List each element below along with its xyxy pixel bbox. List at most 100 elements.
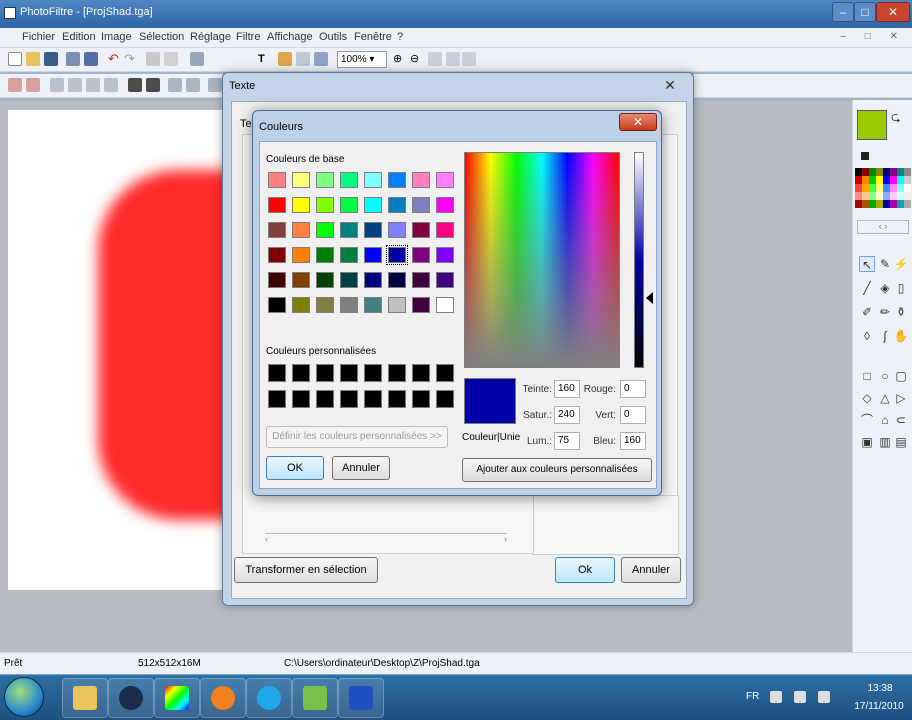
zoom-in-icon[interactable]: ⊕ xyxy=(393,52,407,66)
polygon-icon[interactable]: ⌂ xyxy=(877,412,893,428)
contrast-icon[interactable] xyxy=(68,78,82,92)
base-color-swatch[interactable] xyxy=(292,247,310,263)
preview-icon[interactable] xyxy=(314,52,328,66)
saturation-field[interactable]: 240 xyxy=(554,406,580,424)
tray-date[interactable]: 17/11/2010 xyxy=(846,701,912,712)
spray-tool-icon[interactable]: ▯ xyxy=(893,280,909,296)
custom-swatch[interactable] xyxy=(340,390,358,408)
fit-window-icon[interactable] xyxy=(428,52,442,66)
menu-help[interactable]: ? xyxy=(397,31,403,43)
custom-swatch[interactable] xyxy=(316,364,334,382)
start-button[interactable] xyxy=(4,677,44,717)
taskbar-app-2[interactable] xyxy=(108,678,154,718)
menu-fenetre[interactable]: Fenêtre xyxy=(354,31,392,43)
base-color-swatch[interactable] xyxy=(268,172,286,188)
base-color-swatch[interactable] xyxy=(268,272,286,288)
magic-wand-icon[interactable] xyxy=(128,78,142,92)
base-color-swatch[interactable] xyxy=(268,247,286,263)
custom-swatch[interactable] xyxy=(292,390,310,408)
flip-icon[interactable] xyxy=(186,78,200,92)
base-color-swatch[interactable] xyxy=(364,172,382,188)
base-color-swatch[interactable] xyxy=(388,222,406,238)
base-color-swatch[interactable] xyxy=(340,222,358,238)
base-color-swatch[interactable] xyxy=(316,272,334,288)
print-icon[interactable] xyxy=(66,52,80,66)
custom-swatch[interactable] xyxy=(364,390,382,408)
base-color-swatch[interactable] xyxy=(436,222,454,238)
hue-field[interactable]: 160 xyxy=(554,380,580,398)
actual-size-icon[interactable] xyxy=(446,52,460,66)
texte-close-button[interactable]: ✕ xyxy=(661,76,679,94)
custom-swatch[interactable] xyxy=(412,364,430,382)
brush-tool-icon[interactable]: ✐ xyxy=(859,304,875,320)
base-color-swatch[interactable] xyxy=(364,272,382,288)
taskbar-app-7[interactable] xyxy=(338,678,384,718)
dropper-tool-icon[interactable]: ✎ xyxy=(877,256,893,272)
smudge-tool-icon[interactable]: ∫ xyxy=(877,328,893,344)
paste-icon[interactable] xyxy=(164,52,178,66)
red-field[interactable]: 0 xyxy=(620,380,646,398)
base-color-swatch[interactable] xyxy=(364,222,382,238)
menu-reglage[interactable]: Réglage xyxy=(190,31,231,43)
saturation-icon[interactable] xyxy=(86,78,100,92)
taskbar-explorer[interactable] xyxy=(62,678,108,718)
rgb-adjust-icon[interactable] xyxy=(8,78,22,92)
base-color-swatch[interactable] xyxy=(316,222,334,238)
taskbar-skype[interactable] xyxy=(246,678,292,718)
text-tool-icon[interactable]: T xyxy=(258,52,272,66)
custom-swatch[interactable] xyxy=(364,364,382,382)
base-color-swatch[interactable] xyxy=(386,245,408,265)
base-color-swatch[interactable] xyxy=(436,197,454,213)
base-color-swatch[interactable] xyxy=(436,172,454,188)
gamma-icon[interactable] xyxy=(104,78,118,92)
base-color-swatch[interactable] xyxy=(436,297,454,313)
tray-time[interactable]: 13:38 xyxy=(852,683,908,694)
base-color-swatch[interactable] xyxy=(412,222,430,238)
redo-icon[interactable]: ↷ xyxy=(124,52,138,66)
base-color-swatch[interactable] xyxy=(364,197,382,213)
line-tool-icon[interactable]: ╱ xyxy=(859,280,875,296)
base-color-swatch[interactable] xyxy=(292,197,310,213)
levels-icon[interactable] xyxy=(26,78,40,92)
define-custom-colors-button[interactable]: Définir les couleurs personnalisées >> xyxy=(266,426,448,448)
base-color-swatch[interactable] xyxy=(412,247,430,263)
texte-scrollbar[interactable]: ‹ › xyxy=(265,533,507,547)
menu-fichier[interactable]: Fichier xyxy=(22,31,55,43)
fill-tool-icon[interactable]: ◈ xyxy=(877,280,893,296)
stamp-tool-icon[interactable]: ⚱ xyxy=(893,304,909,320)
selection-mode-2-icon[interactable]: ▥ xyxy=(877,434,893,450)
selection-mode-3-icon[interactable]: ▤ xyxy=(893,434,909,450)
undo-icon[interactable]: ↶ xyxy=(108,52,122,66)
base-color-swatch[interactable] xyxy=(316,247,334,263)
base-color-swatch[interactable] xyxy=(316,172,334,188)
custom-swatch[interactable] xyxy=(436,364,454,382)
taskbar-app-6[interactable] xyxy=(292,678,338,718)
base-color-swatch[interactable] xyxy=(340,272,358,288)
tray-language[interactable]: FR xyxy=(746,691,759,702)
base-color-swatch[interactable] xyxy=(364,297,382,313)
image-canvas[interactable] xyxy=(8,110,230,590)
base-color-swatch[interactable] xyxy=(316,297,334,313)
custom-swatch[interactable] xyxy=(268,364,286,382)
taskbar-media-player[interactable] xyxy=(200,678,246,718)
new-file-icon[interactable] xyxy=(8,52,22,66)
base-color-swatch[interactable] xyxy=(268,297,286,313)
menu-edition[interactable]: Edition xyxy=(62,31,96,43)
base-color-swatch[interactable] xyxy=(412,297,430,313)
blue-field[interactable]: 160 xyxy=(620,432,646,450)
magic-wand-tool-icon[interactable]: ⚡ xyxy=(893,256,909,272)
pointer-tool-icon[interactable]: ↖ xyxy=(859,256,875,272)
rect-selection-icon[interactable]: □ xyxy=(859,368,875,384)
pencil-tool-icon[interactable]: ✏ xyxy=(877,304,893,320)
base-color-swatch[interactable] xyxy=(340,197,358,213)
copy-icon[interactable] xyxy=(146,52,160,66)
brightness-icon[interactable] xyxy=(50,78,64,92)
tray-power-icon[interactable] xyxy=(818,691,830,703)
grid-icon[interactable] xyxy=(296,52,310,66)
maximize-button[interactable]: □ xyxy=(854,2,876,22)
eraser-tool-icon[interactable]: ✋ xyxy=(893,328,909,344)
couleurs-ok-button[interactable]: OK xyxy=(266,456,324,480)
base-color-swatch[interactable] xyxy=(268,222,286,238)
custom-swatch[interactable] xyxy=(436,390,454,408)
base-color-swatch[interactable] xyxy=(340,247,358,263)
